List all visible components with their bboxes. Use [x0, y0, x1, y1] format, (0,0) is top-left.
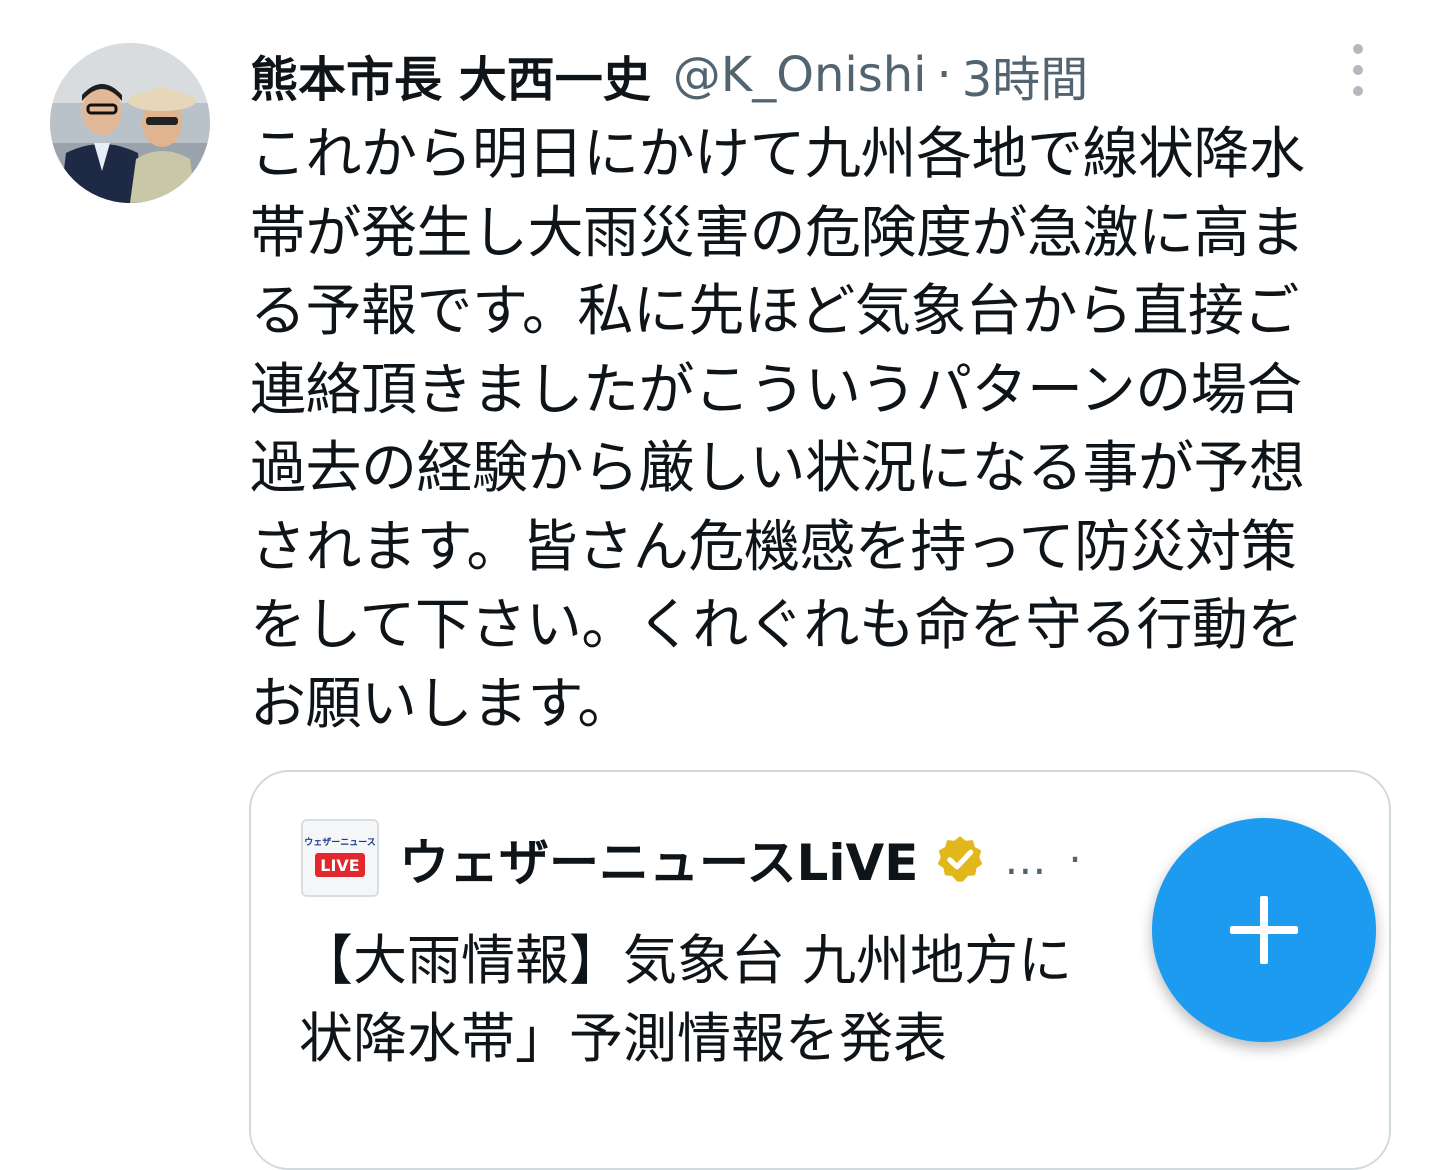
- more-vertical-icon[interactable]: [1338, 40, 1378, 100]
- tweet-text-line: されます。皆さん危機感を持って防災対策: [250, 514, 1297, 580]
- quoted-tweet-header: ウェザーニュースLiVE … ·: [399, 820, 1082, 898]
- author-name[interactable]: 熊本市長 大西一史: [250, 40, 651, 110]
- author-avatar[interactable]: [50, 43, 210, 203]
- tweet-timestamp[interactable]: 3時間: [962, 40, 1089, 110]
- more-dot: [1353, 86, 1363, 96]
- tweet-text-line: 帯が発生し大雨災害の危険度が急激に高ま: [250, 200, 1305, 266]
- plus-icon: [1230, 896, 1298, 964]
- tweet-text-line: 過去の経験から厳しい状況になる事が予想: [250, 436, 1305, 501]
- tweet-text-line: 連絡頂きましたがこういうパターンの場合: [250, 357, 1302, 423]
- header-separator: ·: [936, 47, 952, 103]
- tweet-text-line: これから明日にかけて九州各地で線状降水: [250, 122, 1305, 187]
- author-handle[interactable]: @K_Onishi: [673, 47, 927, 103]
- tweet-text-line: をして下さい。くれぐれも命を守る行動を: [250, 593, 1303, 658]
- tweet-text: これから明日にかけて九州各地で線状降水 帯が発生し大雨災害の危険度が急激に高ま …: [250, 116, 1400, 744]
- logo-badge-text: LIVE: [320, 856, 359, 875]
- quoted-separator: ·: [1068, 834, 1082, 884]
- avatar-photo: [50, 43, 210, 203]
- quoted-author-name[interactable]: ウェザーニュースLiVE: [399, 823, 918, 895]
- logo-top-text: ウェザーニュース: [304, 837, 376, 848]
- weathernews-logo-icon: ウェザーニュース LIVE: [303, 821, 377, 895]
- compose-tweet-button[interactable]: [1152, 818, 1376, 1042]
- tweet-header: 熊本市長 大西一史 @K_Onishi · 3時間: [250, 40, 1370, 110]
- more-dot: [1353, 44, 1363, 54]
- more-dot: [1353, 65, 1363, 75]
- tweet-text-line: る予報です。私に先ほど気象台から直接ご: [250, 279, 1299, 344]
- quoted-name-ellipsis: …: [1004, 834, 1047, 884]
- tweet-text-line: お願いします。: [250, 671, 633, 737]
- verified-badge-icon: [938, 836, 983, 882]
- quoted-author-logo[interactable]: ウェザーニュース LIVE: [301, 819, 379, 897]
